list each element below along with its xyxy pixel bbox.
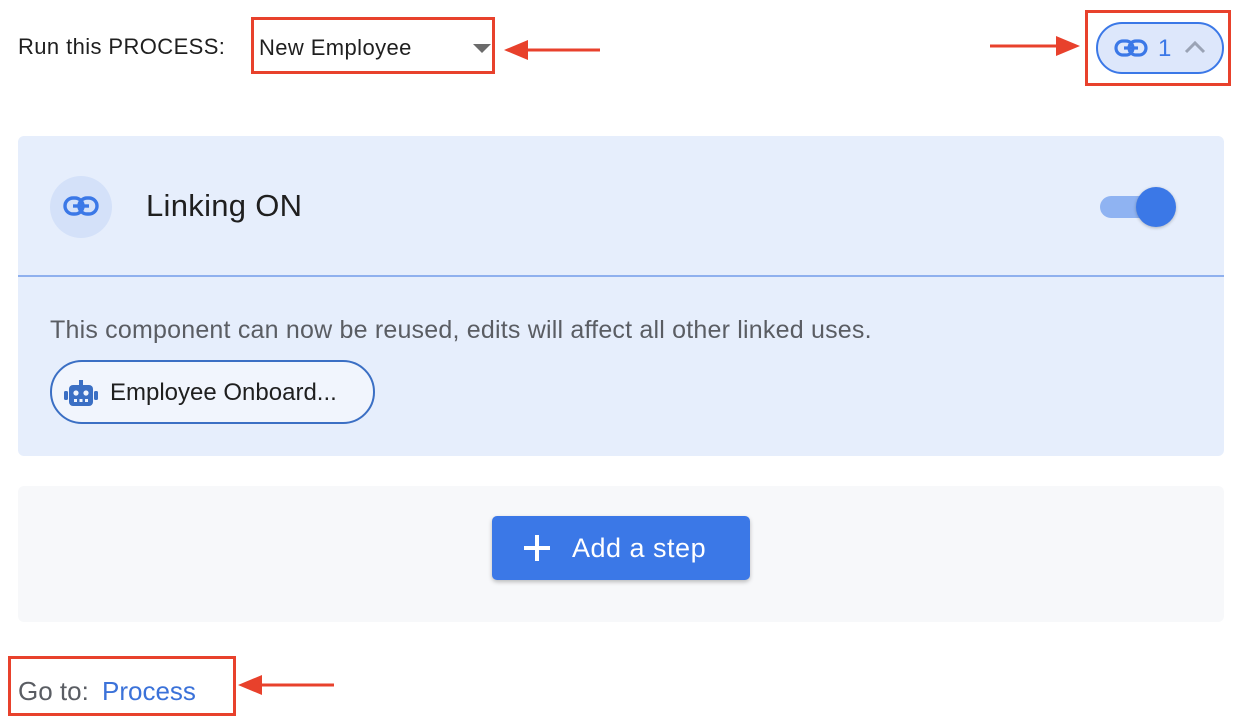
linking-toggle[interactable] <box>1100 186 1176 228</box>
toggle-knob <box>1136 187 1176 227</box>
process-select[interactable]: New Employee <box>251 17 495 74</box>
robot-icon <box>64 380 98 413</box>
linked-uses-badge[interactable]: 1 <box>1096 22 1224 74</box>
goto-process-link[interactable]: Process <box>102 676 196 707</box>
chevron-up-icon <box>1184 39 1206 60</box>
process-select-value: New Employee <box>259 35 412 60</box>
linking-title: Linking ON <box>146 188 303 223</box>
link-icon <box>1114 38 1148 63</box>
linked-component-label: Employee Onboard... <box>110 379 337 406</box>
linking-description: This component can now be reused, edits … <box>50 316 872 344</box>
goto-label: Go to: <box>18 676 89 706</box>
link-icon <box>50 176 112 238</box>
page: Run this PROCESS: New Employee 1 Linking… <box>0 0 1242 718</box>
add-step-button[interactable]: Add a step <box>492 516 750 580</box>
annotation-arrow-icon <box>990 34 1080 58</box>
linked-component-chip[interactable]: Employee Onboard... <box>50 360 375 424</box>
steps-area: Add a step <box>18 486 1224 622</box>
run-process-label: Run this PROCESS: <box>18 34 226 59</box>
add-step-label: Add a step <box>572 533 707 563</box>
card-divider <box>18 275 1224 277</box>
caret-down-icon <box>473 44 491 53</box>
plus-icon <box>524 535 550 561</box>
linking-card: Linking ON This component can now be reu… <box>18 136 1224 456</box>
annotation-arrow-icon <box>238 673 334 697</box>
annotation-arrow-icon <box>504 38 600 62</box>
linked-uses-count: 1 <box>1158 35 1172 62</box>
